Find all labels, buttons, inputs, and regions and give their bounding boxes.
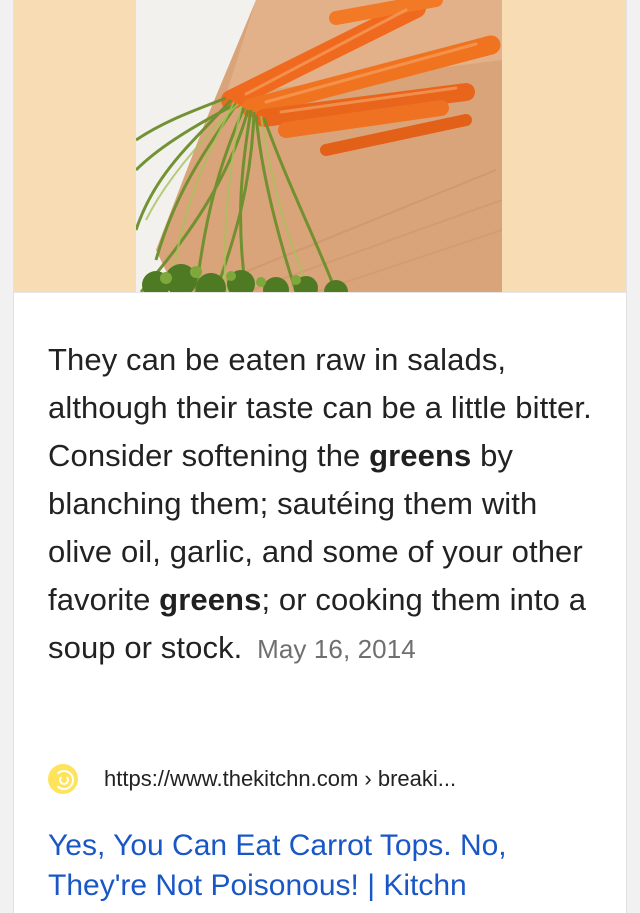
snippet-highlight: greens — [369, 438, 472, 473]
result-title-link[interactable]: Yes, You Can Eat Carrot Tops. No, They'r… — [48, 826, 608, 906]
snippet-date: May 16, 2014 — [257, 634, 416, 664]
snippet-text: They can be eaten raw in salads, althoug… — [48, 336, 600, 673]
featured-snippet-card: They can be eaten raw in salads, althoug… — [14, 0, 626, 913]
carrots-on-cutting-board-image[interactable] — [136, 0, 502, 292]
thekitchn-logo-icon — [48, 764, 78, 794]
snippet-image-panel — [14, 0, 626, 293]
result-url[interactable]: https://www.thekitchn.com › breaki... — [104, 766, 456, 792]
result-source[interactable]: https://www.thekitchn.com › breaki... — [48, 762, 456, 796]
snippet-highlight: greens — [159, 582, 262, 617]
